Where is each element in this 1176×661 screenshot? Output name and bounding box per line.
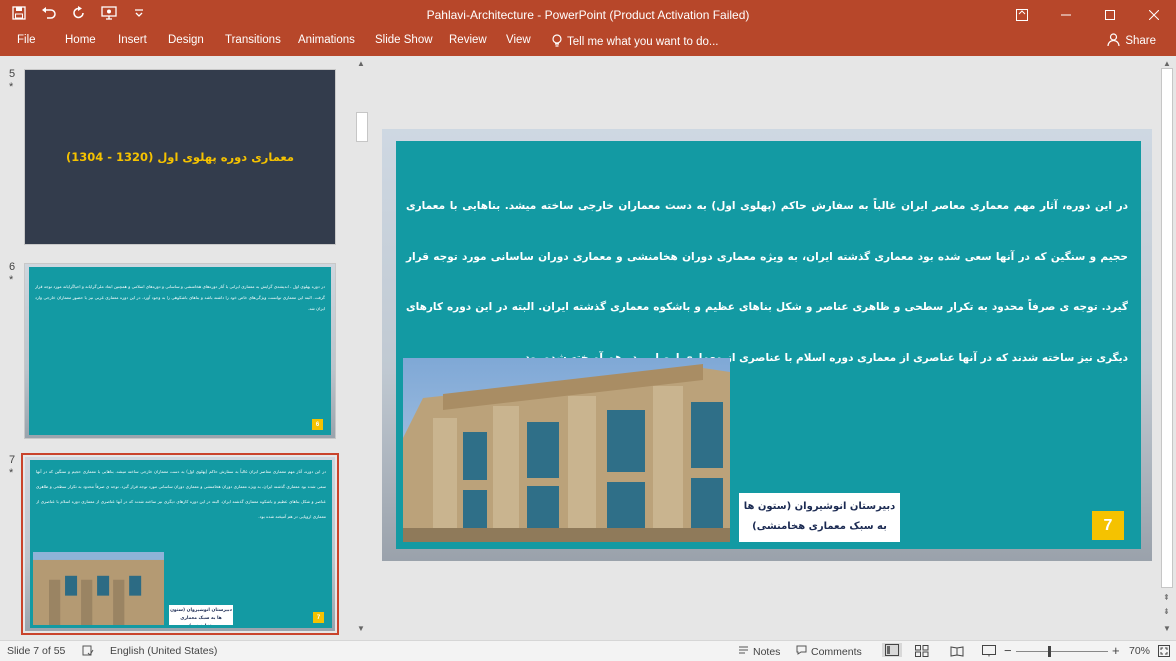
building-photo[interactable] [403,358,730,542]
slide-indicator: Slide 7 of 55 [7,645,66,657]
slide-number-badge: 6 [312,419,323,430]
tab-file[interactable]: File [17,34,36,46]
tab-transitions[interactable]: Transitions [225,34,281,46]
tell-me-box[interactable]: Tell me what you want to do... [552,34,719,50]
reading-view-icon[interactable] [950,645,964,657]
teal-panel: در اين دوره، آثار مهم معماری معاصر ايران… [30,460,332,628]
scroll-thumb[interactable] [356,112,368,142]
comments-label: Comments [811,645,862,658]
normal-view-icon[interactable] [882,643,902,657]
tab-slide-show[interactable]: Slide Show [375,34,433,46]
zoom-level[interactable]: 70% [1129,645,1150,657]
slide-sorter-icon[interactable] [915,645,929,657]
fit-slide-icon[interactable] [1158,645,1170,657]
thumbnail-number: 7 [9,454,16,466]
animation-star-icon: * [9,81,14,93]
teal-panel: در دوره پهلوی اول ، انديشه‌ی گرايش به مع… [29,267,331,435]
animation-star-icon: * [9,467,14,479]
thumbnail-scrollbar[interactable]: ▲ ▼ [354,56,370,640]
tab-view[interactable]: View [506,34,531,46]
slide-thumbnail-pane: 5 * معماری دوره پهلوی اول (1320 - 1304) … [0,56,352,640]
thumbnail-title: معماری دوره پهلوی اول (1320 - 1304) [65,150,295,164]
share-button[interactable]: Share [1107,33,1156,49]
user-icon [1107,33,1120,49]
slide-number-badge: 7 [313,612,324,623]
zoom-slider-handle[interactable] [1048,646,1051,657]
thumbnail-canvas: در دوره پهلوی اول ، انديشه‌ی گرايش به مع… [25,264,335,438]
thumbnail-body-text: در دوره پهلوی اول ، انديشه‌ی گرايش به مع… [35,284,325,311]
maximize-icon[interactable] [1088,0,1132,30]
tab-review[interactable]: Review [449,34,487,46]
animation-star-icon: * [9,274,14,286]
slide-body-text[interactable]: در این دوره، آثار مهم معماری معاصر ایران… [406,181,1128,383]
tab-animations[interactable]: Animations [298,34,355,46]
minimize-icon[interactable] [1044,0,1088,30]
thumbnail-body-text: در اين دوره، آثار مهم معماری معاصر ايران… [36,469,326,519]
thumbnail-number: 5 [9,68,16,80]
thumbnail-number: 6 [9,261,16,273]
ribbon-display-icon[interactable] [1000,0,1044,30]
scroll-down-icon[interactable]: ▼ [1163,624,1171,633]
current-slide[interactable]: در این دوره، آثار مهم معماری معاصر ایران… [382,129,1152,561]
tell-me-text: Tell me what you want to do... [567,36,719,48]
tab-home[interactable]: Home [65,34,96,46]
zoom-out-icon[interactable]: − [1004,643,1012,658]
scroll-up-icon[interactable]: ▲ [357,59,365,68]
slide-thumbnail-7[interactable]: در اين دوره، آثار مهم معماری معاصر ايران… [21,453,339,635]
photo-caption[interactable]: دبیرستان انوشیروان (ستون ها به سبک معمار… [739,493,900,542]
scroll-up-icon[interactable]: ▲ [1163,59,1171,68]
slideshow-view-icon[interactable] [982,645,996,657]
slide-number-badge: 7 [1092,511,1124,540]
close-icon[interactable] [1132,0,1176,30]
thumbnail-photo [33,552,164,625]
scroll-thumb[interactable] [1161,68,1173,588]
notes-icon [738,645,749,658]
slide-thumbnail-6[interactable]: در دوره پهلوی اول ، انديشه‌ی گرايش به مع… [24,263,336,439]
next-slide-icon[interactable]: ⇟ [1163,607,1170,616]
language-indicator[interactable]: English (United States) [110,645,217,657]
notes-button[interactable]: Notes [738,645,780,658]
share-label: Share [1125,35,1156,47]
comments-button[interactable]: Comments [796,645,862,658]
zoom-in-icon[interactable]: + [1112,643,1120,658]
zoom-slider[interactable] [1016,651,1108,652]
title-bar: Pahlavi-Architecture - PowerPoint (Produ… [0,0,1176,30]
scroll-down-icon[interactable]: ▼ [357,624,365,633]
slide-editor: در این دوره، آثار مهم معماری معاصر ایران… [372,56,1158,640]
notes-label: Notes [753,645,781,658]
thumbnail-canvas: در اين دوره، آثار مهم معماری معاصر ايران… [25,457,335,631]
teal-content-panel: در این دوره، آثار مهم معماری معاصر ایران… [396,141,1141,549]
ribbon-tabs: File Home Insert Design Transitions Anim… [0,30,1176,56]
window-controls [1000,0,1176,30]
lightbulb-icon [552,34,562,50]
thumbnail-caption: دبيرستان انوشيروان (ستون ها به سبک معمار… [169,605,233,625]
status-bar: Slide 7 of 55 English (United States) No… [0,640,1176,661]
tab-design[interactable]: Design [168,34,204,46]
previous-slide-icon[interactable]: ⇞ [1163,593,1170,602]
spell-check-icon[interactable] [82,645,94,656]
tab-insert[interactable]: Insert [118,34,147,46]
comment-icon [796,645,807,658]
thumbnail-canvas: معماری دوره پهلوی اول (1320 - 1304) [25,70,335,244]
slide-thumbnail-5[interactable]: معماری دوره پهلوی اول (1320 - 1304) [24,69,336,245]
editor-scrollbar[interactable]: ▲ ⇞ ⇟ ▼ [1158,56,1176,640]
